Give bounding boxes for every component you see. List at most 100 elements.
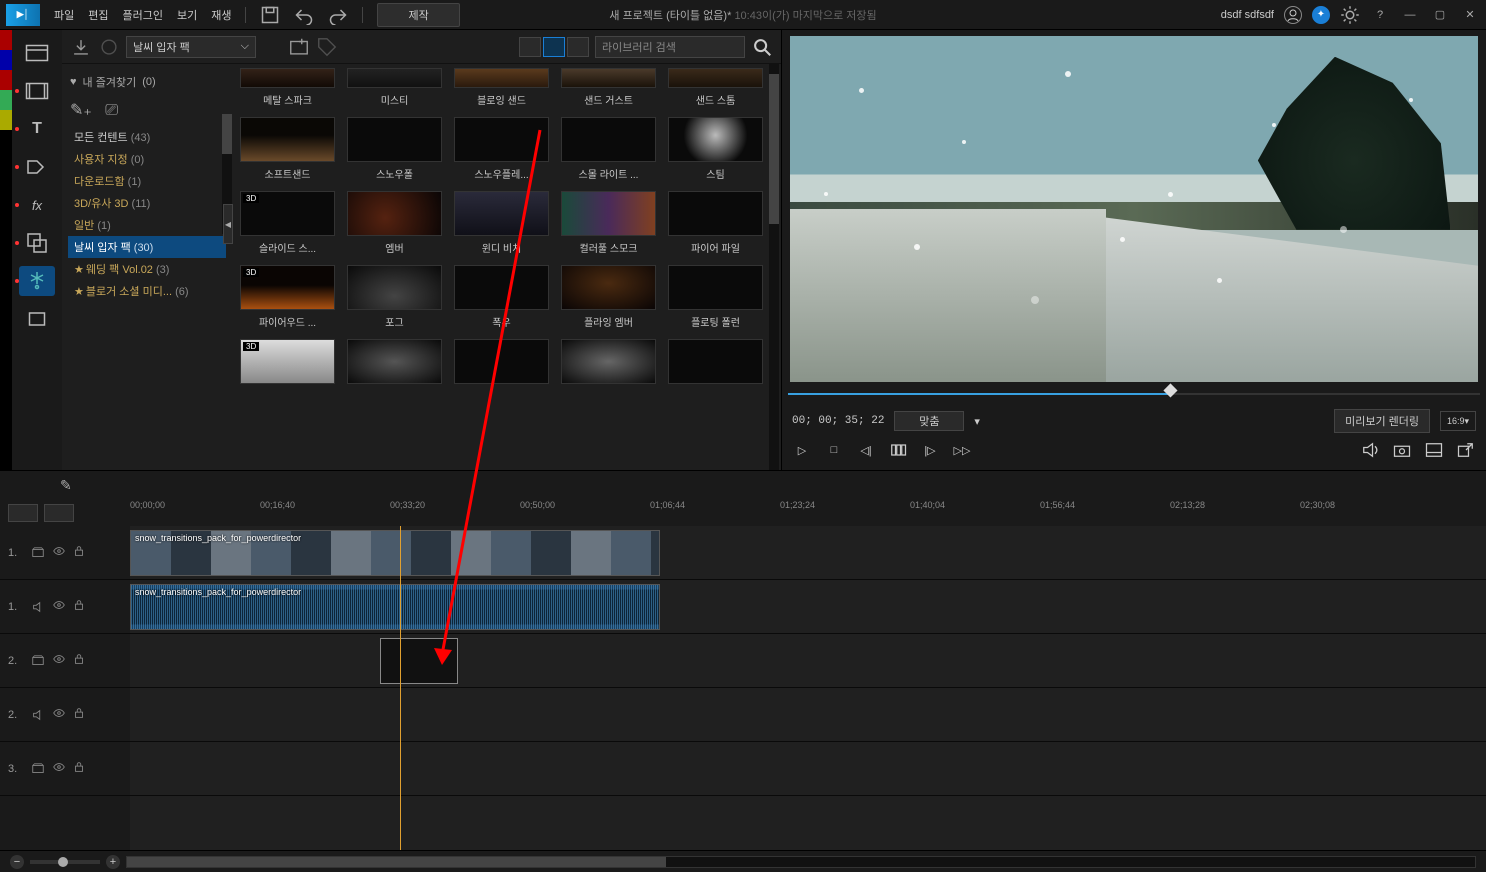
track-header[interactable]: 2. (0, 634, 130, 688)
menu-plugin[interactable]: 플러그인 (123, 7, 163, 23)
clip-video-1[interactable]: snow_transitions_pack_for_powerdirector (130, 530, 660, 576)
thumbnail-item[interactable]: 폭우 (454, 265, 549, 329)
scrubber-head-icon[interactable] (1163, 383, 1177, 397)
tool-overlay[interactable] (19, 228, 55, 258)
category-item[interactable]: 모든 컨텐트 (43) (68, 126, 226, 148)
timeline-viewmode2-icon[interactable] (44, 504, 74, 522)
category-item[interactable]: 다운로드함 (1) (68, 170, 226, 192)
tool-particle[interactable] (19, 266, 55, 296)
fit-dropdown[interactable]: 맞춤 (894, 411, 964, 431)
volume-icon[interactable] (1360, 440, 1380, 460)
menu-file[interactable]: 파일 (54, 7, 74, 23)
dock-icon[interactable] (1424, 440, 1444, 460)
view-list-icon[interactable] (519, 37, 541, 57)
view-detail-icon[interactable] (567, 37, 589, 57)
favorites-row[interactable]: ♥ 내 즐겨찾기 (0) (68, 70, 226, 94)
lock-icon[interactable] (72, 652, 86, 669)
settings-icon[interactable] (1340, 5, 1360, 25)
eye-icon[interactable] (52, 544, 66, 561)
category-item[interactable]: ★웨딩 팩 Vol.02 (3) (68, 258, 226, 280)
lock-icon[interactable] (72, 544, 86, 561)
thumbnail-item[interactable]: 윈디 비치 (454, 191, 549, 255)
category-item[interactable]: ★블로거 소셜 미디... (6) (68, 280, 226, 302)
clip-audio-1[interactable]: snow_transitions_pack_for_powerdirector (130, 584, 660, 630)
undo-icon[interactable] (294, 5, 314, 25)
thumbnail-item[interactable]: 플라잉 엠버 (561, 265, 656, 329)
maximize-icon[interactable]: ▢ (1430, 5, 1450, 25)
lock-icon[interactable] (72, 760, 86, 777)
timeline-viewmode1-icon[interactable] (8, 504, 38, 522)
help-icon[interactable]: ? (1370, 5, 1390, 25)
prev-frame-icon[interactable]: ◁| (856, 440, 876, 460)
thumbnail-item[interactable]: 샌드 스톰 (668, 68, 763, 107)
lock-icon[interactable] (72, 706, 86, 723)
thumbnail-item[interactable]: 파이어 파일 (668, 191, 763, 255)
thumbnail-item[interactable]: 3D슬라이드 스... (240, 191, 335, 255)
eye-icon[interactable] (52, 760, 66, 777)
thumbnail-item[interactable]: 3D (240, 339, 335, 384)
close-icon[interactable]: ✕ (1460, 5, 1480, 25)
tool-audio[interactable] (19, 304, 55, 334)
menu-edit[interactable]: 편집 (88, 7, 108, 23)
preview-render-button[interactable]: 미리보기 렌더링 (1334, 409, 1430, 433)
thumbnail-item[interactable] (668, 339, 763, 384)
tool-fx[interactable]: fx (19, 190, 55, 220)
playhead[interactable] (400, 526, 401, 850)
tag-icon[interactable] (316, 36, 338, 58)
track-header[interactable]: 2. (0, 688, 130, 742)
lock-icon[interactable] (72, 598, 86, 615)
category-dropdown[interactable]: 날씨 입자 팩 ⌵ (126, 36, 256, 58)
menu-view[interactable]: 보기 (177, 7, 197, 23)
search-input[interactable]: 라이브러리 검색 (595, 36, 745, 58)
timeline-ruler[interactable]: 00;00;0000;16;4000;33;2000;50;0001;06;44… (130, 500, 1476, 526)
clip-effect-1[interactable] (380, 638, 458, 684)
next-frame-icon[interactable]: |▷ (920, 440, 940, 460)
category-item[interactable]: 날씨 입자 팩 (30) (68, 236, 226, 258)
preview-scrubber[interactable] (788, 386, 1480, 402)
thumbnail-item[interactable]: 3D파이어우드 ... (240, 265, 335, 329)
eye-icon[interactable] (52, 598, 66, 615)
thumbnail-item[interactable]: 플로팅 폴런 (668, 265, 763, 329)
timeline-hscrollbar[interactable] (126, 856, 1476, 868)
fast-forward-icon[interactable]: ▷▷ (952, 440, 972, 460)
zoom-in-icon[interactable]: + (106, 855, 120, 869)
thumbnail-item[interactable] (454, 339, 549, 384)
track-header[interactable]: 1. (0, 526, 130, 580)
produce-button[interactable]: 제작 (377, 3, 459, 27)
new-folder-icon[interactable] (288, 36, 310, 58)
category-scrollbar-thumb[interactable] (222, 114, 232, 154)
tool-room[interactable] (19, 76, 55, 106)
thumbnail-item[interactable]: 스몰 라이트 ... (561, 117, 656, 181)
chevron-down-icon[interactable]: ▾ (974, 415, 980, 428)
add-tag-icons[interactable]: ✎₊ ⎚ (68, 96, 226, 124)
zoom-out-icon[interactable]: − (10, 855, 24, 869)
menu-play[interactable]: 재생 (211, 7, 231, 23)
category-item[interactable]: 3D/유사 3D (11) (68, 192, 226, 214)
thumbnail-item[interactable]: 미스티 (347, 68, 442, 107)
thumbnail-item[interactable]: 샌드 거스트 (561, 68, 656, 107)
play-icon[interactable]: ▷ (792, 440, 812, 460)
category-item[interactable]: 사용자 지정 (0) (68, 148, 226, 170)
import-icon[interactable] (70, 36, 92, 58)
tool-media[interactable] (19, 38, 55, 68)
category-item[interactable]: 일반 (1) (68, 214, 226, 236)
tool-title[interactable]: T (19, 114, 55, 144)
tracks-area[interactable]: snow_transitions_pack_for_powerdirector … (130, 526, 1486, 850)
thumbnail-item[interactable]: 스노우폴 (347, 117, 442, 181)
save-icon[interactable] (260, 5, 280, 25)
aspect-ratio-button[interactable]: 16:9 ▾ (1440, 411, 1476, 431)
eye-icon[interactable] (52, 652, 66, 669)
draw-tool-icon[interactable]: ✎ (60, 477, 72, 494)
filter-icon[interactable] (98, 36, 120, 58)
tool-transition[interactable] (19, 152, 55, 182)
view-grid-icon[interactable] (543, 37, 565, 57)
search-icon[interactable] (751, 36, 773, 58)
step-icon[interactable] (888, 440, 908, 460)
thumbs-scrollbar[interactable] (769, 64, 779, 470)
thumbnail-item[interactable]: 스팀 (668, 117, 763, 181)
thumbnail-item[interactable]: 포그 (347, 265, 442, 329)
thumbnail-item[interactable] (561, 339, 656, 384)
thumbnail-item[interactable]: 엠버 (347, 191, 442, 255)
snapshot-icon[interactable] (1392, 440, 1412, 460)
minimize-icon[interactable]: — (1400, 5, 1420, 25)
